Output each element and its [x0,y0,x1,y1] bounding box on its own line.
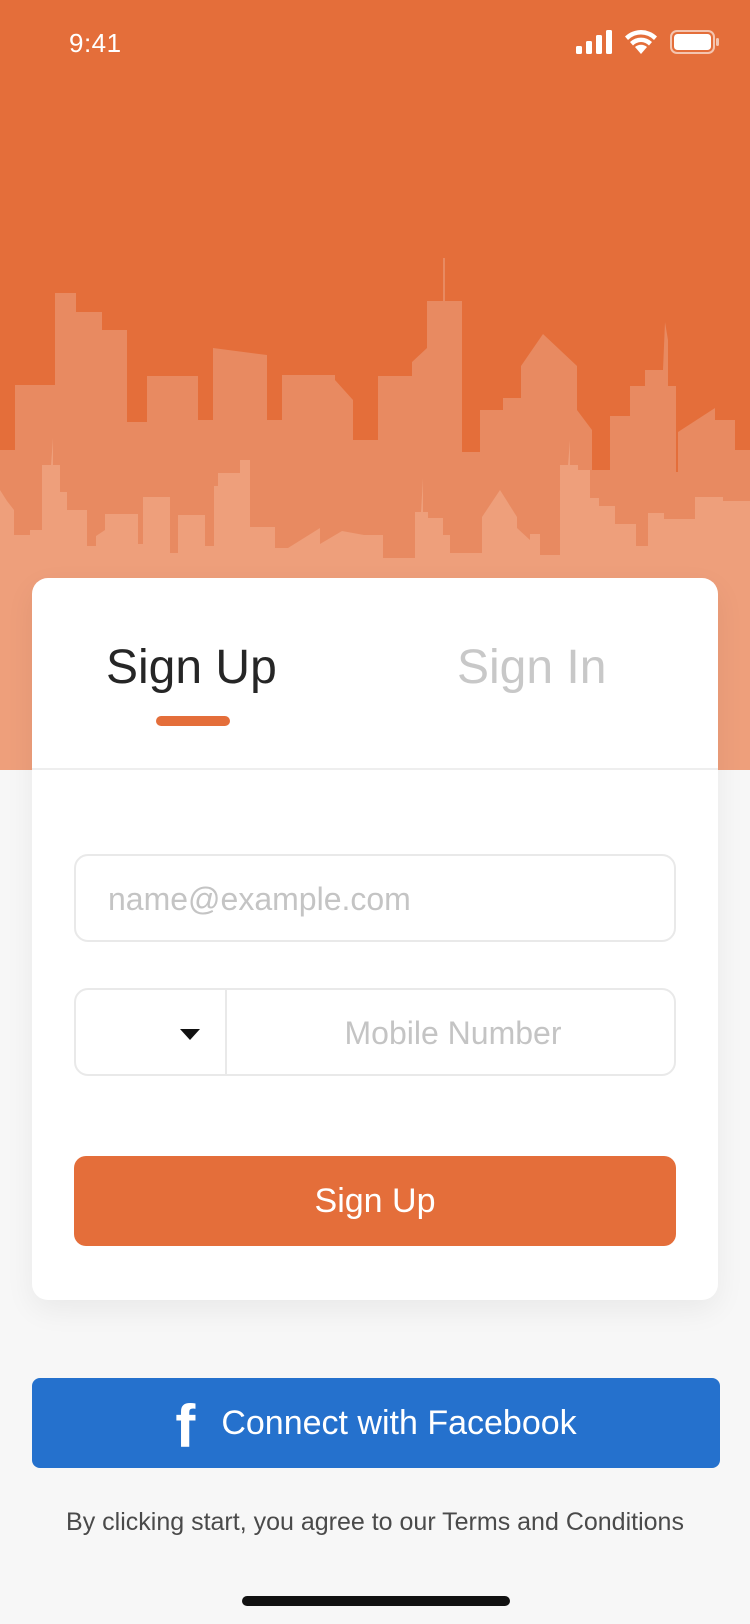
terms-text: By clicking start, you agree to our Term… [66,1508,684,1536]
connect-facebook-label: Connect with Facebook [221,1403,577,1442]
tab-divider [32,768,718,770]
country-code-select[interactable] [76,990,227,1074]
dropdown-caret-icon [180,1029,200,1040]
mobile-number-input[interactable] [228,990,678,1076]
connect-facebook-button[interactable]: f Connect with Facebook [32,1378,720,1468]
wifi-icon [625,30,657,54]
status-bar-icons [576,30,720,54]
sign-up-button[interactable]: Sign Up [74,1156,676,1246]
tab-sign-up[interactable]: Sign Up [106,640,277,695]
tab-sign-in[interactable]: Sign In [457,640,606,695]
home-indicator [242,1596,510,1606]
status-bar-time: 9:41 [69,28,122,58]
facebook-f-icon: f [175,1393,196,1460]
phone-field-container [74,988,678,1076]
email-input[interactable] [106,856,650,942]
battery-icon [670,30,719,54]
email-field-container [74,854,676,942]
active-tab-indicator [156,716,230,726]
cellular-signal-icon [576,30,612,54]
